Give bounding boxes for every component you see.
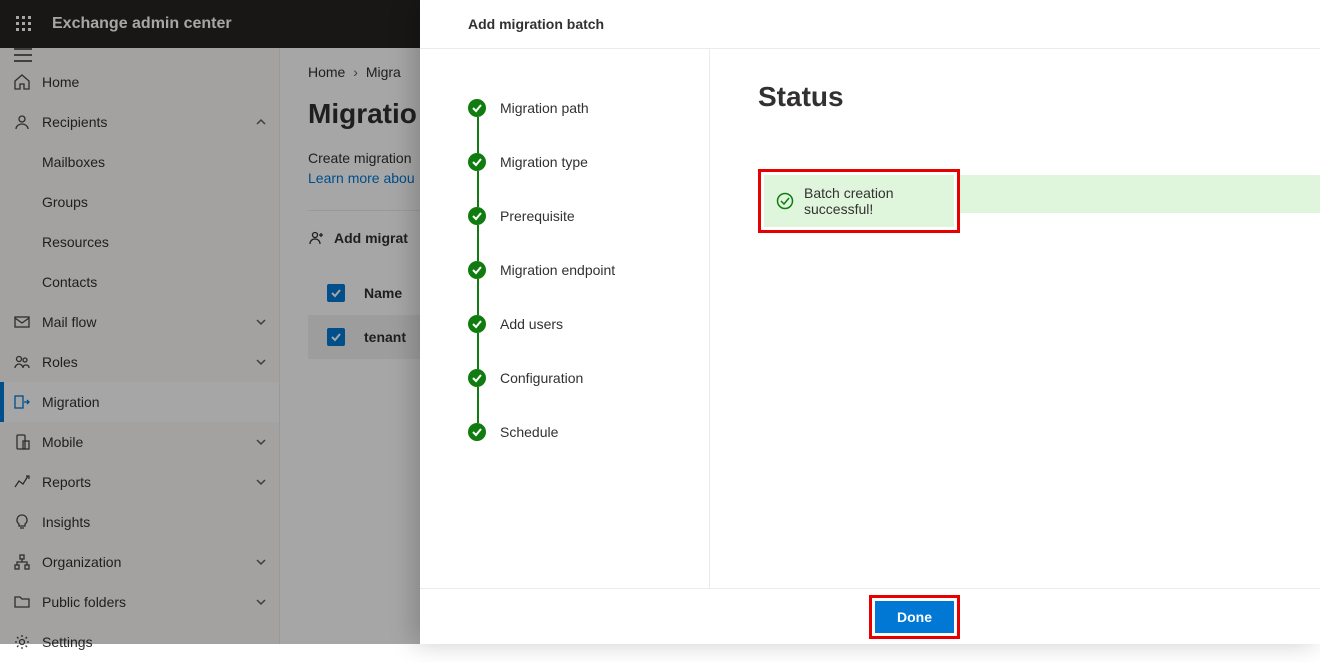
sidebar: Home Recipients Mailboxes Groups Resourc… — [0, 48, 280, 644]
step-label: Add users — [500, 316, 563, 332]
wizard-steps: Migration path Migration type Prerequisi… — [420, 49, 710, 588]
step-migration-type: Migration type — [468, 135, 685, 189]
sidebar-item-label: Home — [42, 74, 267, 90]
sidebar-item-label: Recipients — [42, 114, 255, 130]
select-all-checkbox[interactable] — [327, 284, 345, 302]
chevron-down-icon — [255, 316, 267, 328]
toolbar-button-label: Add migrat — [334, 230, 408, 246]
lightbulb-icon — [12, 512, 32, 532]
sidebar-item-label: Mailboxes — [42, 154, 267, 170]
sidebar-item-label: Public folders — [42, 594, 255, 610]
app-title: Exchange admin center — [52, 15, 232, 33]
sidebar-item-label: Migration — [42, 394, 267, 410]
panel-title: Add migration batch — [420, 0, 1320, 48]
check-icon — [468, 153, 486, 171]
success-banner-extension — [960, 175, 1320, 213]
success-banner: Batch creation successful! — [764, 175, 954, 227]
panel-content: Status Batch creation successful! — [710, 49, 1320, 588]
chevron-down-icon — [255, 596, 267, 608]
sidebar-item-organization[interactable]: Organization — [0, 542, 279, 582]
sidebar-item-label: Reports — [42, 474, 255, 490]
step-label: Migration path — [500, 100, 589, 116]
check-icon — [468, 99, 486, 117]
step-migration-endpoint: Migration endpoint — [468, 243, 685, 297]
migration-icon — [12, 392, 32, 412]
waffle-icon — [16, 16, 32, 32]
mobile-icon — [12, 432, 32, 452]
roles-icon — [12, 352, 32, 372]
chevron-down-icon — [255, 476, 267, 488]
sidebar-item-label: Resources — [42, 234, 267, 250]
row-checkbox[interactable] — [327, 328, 345, 346]
sidebar-item-mobile[interactable]: Mobile — [0, 422, 279, 462]
sidebar-item-groups[interactable]: Groups — [0, 182, 279, 222]
chevron-down-icon — [255, 556, 267, 568]
sidebar-item-label: Settings — [42, 634, 267, 650]
sidebar-item-label: Contacts — [42, 274, 267, 290]
success-check-icon — [776, 192, 794, 210]
check-icon — [468, 423, 486, 441]
sidebar-item-home[interactable]: Home — [0, 62, 279, 102]
check-icon — [468, 369, 486, 387]
breadcrumb-root[interactable]: Home — [308, 64, 345, 80]
org-icon — [12, 552, 32, 572]
step-schedule: Schedule — [468, 405, 685, 459]
banner-text: Batch creation successful! — [804, 185, 924, 217]
step-configuration: Configuration — [468, 351, 685, 405]
step-add-users: Add users — [468, 297, 685, 351]
add-migration-batch-button[interactable]: Add migrat — [308, 229, 408, 247]
step-label: Configuration — [500, 370, 583, 386]
home-icon — [12, 72, 32, 92]
check-icon — [468, 315, 486, 333]
person-icon — [12, 112, 32, 132]
sidebar-item-settings[interactable]: Settings — [0, 622, 279, 662]
app-launcher-icon[interactable] — [8, 8, 40, 40]
sidebar-item-label: Mobile — [42, 434, 255, 450]
step-label: Migration type — [500, 154, 588, 170]
breadcrumb-separator: › — [353, 64, 358, 80]
check-icon — [468, 207, 486, 225]
sidebar-item-label: Groups — [42, 194, 267, 210]
step-prerequisite: Prerequisite — [468, 189, 685, 243]
gear-icon — [12, 632, 32, 652]
nav-toggle[interactable] — [0, 48, 279, 62]
check-icon — [468, 261, 486, 279]
breadcrumb-current: Migra — [366, 64, 401, 80]
sidebar-item-mailflow[interactable]: Mail flow — [0, 302, 279, 342]
hamburger-icon — [14, 48, 32, 62]
chevron-down-icon — [255, 436, 267, 448]
sidebar-item-contacts[interactable]: Contacts — [0, 262, 279, 302]
done-button[interactable]: Done — [875, 601, 954, 633]
status-heading: Status — [758, 81, 1320, 113]
chevron-up-icon — [255, 116, 267, 128]
sidebar-item-label: Mail flow — [42, 314, 255, 330]
folder-icon — [12, 592, 32, 612]
step-label: Migration endpoint — [500, 262, 615, 278]
sidebar-item-recipients[interactable]: Recipients — [0, 102, 279, 142]
sidebar-item-label: Organization — [42, 554, 255, 570]
sidebar-item-label: Insights — [42, 514, 267, 530]
mail-icon — [12, 312, 32, 332]
highlight-annotation: Batch creation successful! — [758, 169, 960, 233]
sidebar-item-insights[interactable]: Insights — [0, 502, 279, 542]
reports-icon — [12, 472, 32, 492]
step-migration-path: Migration path — [468, 81, 685, 135]
sidebar-item-publicfolders[interactable]: Public folders — [0, 582, 279, 622]
people-add-icon — [308, 229, 326, 247]
sidebar-item-reports[interactable]: Reports — [0, 462, 279, 502]
highlight-annotation: Done — [869, 595, 960, 639]
sidebar-item-label: Roles — [42, 354, 255, 370]
chevron-down-icon — [255, 356, 267, 368]
sidebar-item-roles[interactable]: Roles — [0, 342, 279, 382]
step-label: Prerequisite — [500, 208, 575, 224]
add-migration-batch-panel: Add migration batch Migration path Migra… — [420, 0, 1320, 644]
sidebar-item-resources[interactable]: Resources — [0, 222, 279, 262]
sidebar-item-migration[interactable]: Migration — [0, 382, 279, 422]
step-label: Schedule — [500, 424, 558, 440]
panel-footer: Done — [420, 588, 1320, 644]
sidebar-item-mailboxes[interactable]: Mailboxes — [0, 142, 279, 182]
